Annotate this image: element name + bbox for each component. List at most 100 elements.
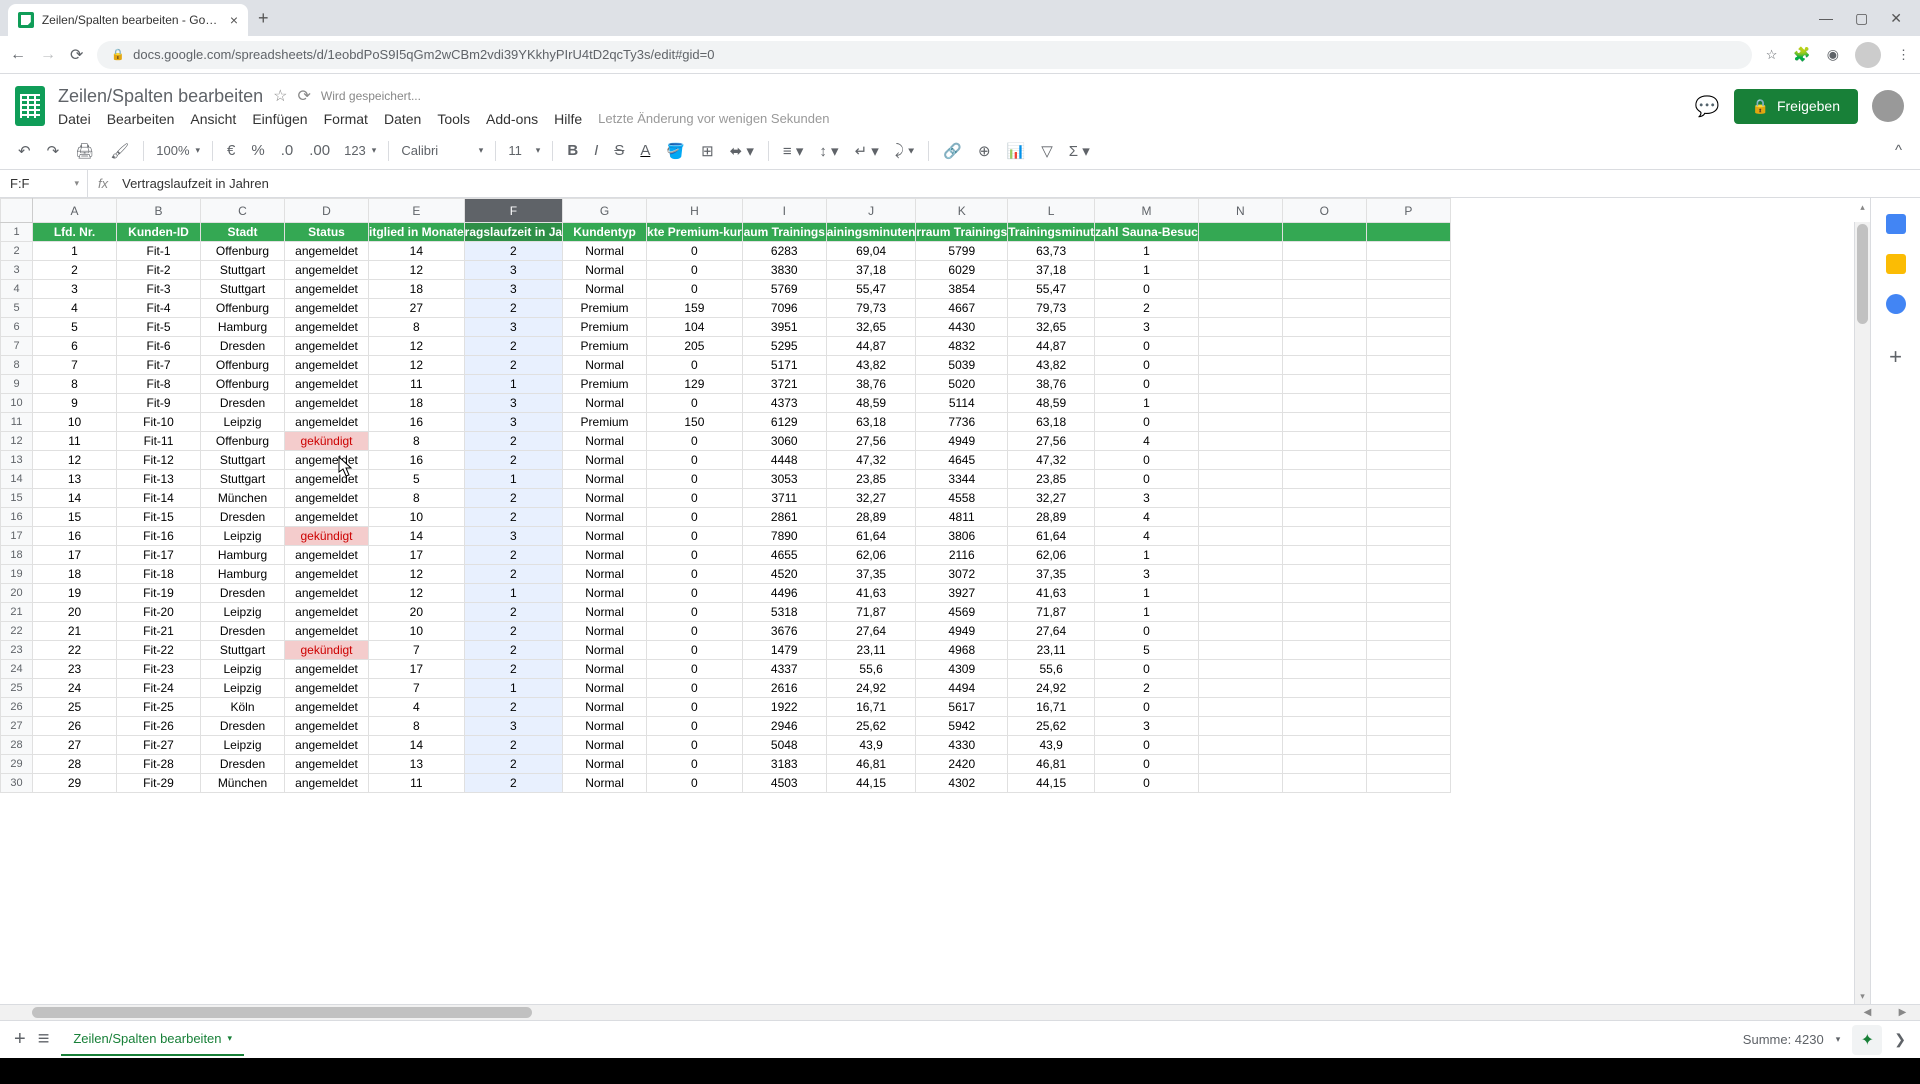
cell[interactable] bbox=[1198, 679, 1282, 698]
cell[interactable]: 2 bbox=[464, 736, 562, 755]
row-header-28[interactable]: 28 bbox=[1, 736, 33, 755]
cell[interactable]: 3 bbox=[464, 394, 562, 413]
cell[interactable]: Hamburg bbox=[201, 565, 285, 584]
cell[interactable]: 5769 bbox=[742, 280, 826, 299]
vertical-scrollbar[interactable]: ▴ ▾ bbox=[1854, 222, 1870, 1004]
cell[interactable]: Normal bbox=[563, 489, 647, 508]
cell[interactable] bbox=[1198, 698, 1282, 717]
column-header-C[interactable]: C bbox=[201, 199, 285, 223]
cell[interactable]: 0 bbox=[647, 242, 743, 261]
column-header-G[interactable]: G bbox=[563, 199, 647, 223]
cell[interactable]: 0 bbox=[647, 717, 743, 736]
cell[interactable]: Premium bbox=[563, 318, 647, 337]
cell[interactable]: Dresden bbox=[201, 337, 285, 356]
menu-tools[interactable]: Tools bbox=[437, 111, 470, 127]
menu-format[interactable]: Format bbox=[324, 111, 368, 127]
cell[interactable] bbox=[1366, 299, 1450, 318]
cell[interactable]: 32,27 bbox=[1008, 489, 1095, 508]
menu-ansicht[interactable]: Ansicht bbox=[190, 111, 236, 127]
cell[interactable]: Leipzig bbox=[201, 679, 285, 698]
menu-hilfe[interactable]: Hilfe bbox=[554, 111, 582, 127]
cell[interactable]: 25,62 bbox=[1008, 717, 1095, 736]
cell[interactable] bbox=[1198, 508, 1282, 527]
cell[interactable]: 5020 bbox=[916, 375, 1008, 394]
cell[interactable]: 12 bbox=[369, 584, 465, 603]
cell[interactable] bbox=[1198, 641, 1282, 660]
cell[interactable]: 4309 bbox=[916, 660, 1008, 679]
cell[interactable]: Fit-9 bbox=[117, 394, 201, 413]
cell[interactable]: angemeldet bbox=[285, 546, 369, 565]
cell[interactable] bbox=[1282, 546, 1366, 565]
cell[interactable]: angemeldet bbox=[285, 774, 369, 793]
cell[interactable] bbox=[1366, 622, 1450, 641]
cell[interactable] bbox=[1282, 394, 1366, 413]
cell[interactable]: 3830 bbox=[742, 261, 826, 280]
cell[interactable] bbox=[1366, 375, 1450, 394]
cell[interactable]: 4811 bbox=[916, 508, 1008, 527]
cell[interactable] bbox=[1366, 679, 1450, 698]
cell[interactable]: 23,11 bbox=[826, 641, 916, 660]
cell[interactable] bbox=[1282, 451, 1366, 470]
forward-icon[interactable]: → bbox=[40, 46, 56, 64]
cell[interactable]: 23,85 bbox=[826, 470, 916, 489]
cell[interactable] bbox=[1198, 413, 1282, 432]
row-header-10[interactable]: 10 bbox=[1, 394, 33, 413]
cell[interactable]: 11 bbox=[369, 375, 465, 394]
cell[interactable]: 48,59 bbox=[826, 394, 916, 413]
cell[interactable]: Fit-17 bbox=[117, 546, 201, 565]
cell[interactable]: 2616 bbox=[742, 679, 826, 698]
cell[interactable] bbox=[1198, 280, 1282, 299]
cell[interactable]: 4494 bbox=[916, 679, 1008, 698]
cell[interactable]: 2 bbox=[464, 698, 562, 717]
cell[interactable]: 0 bbox=[647, 641, 743, 660]
calendar-icon[interactable] bbox=[1886, 214, 1906, 234]
column-header-E[interactable]: E bbox=[369, 199, 465, 223]
cell[interactable]: Fit-26 bbox=[117, 717, 201, 736]
add-sheet-button[interactable]: + bbox=[14, 1028, 26, 1051]
cell[interactable]: 27 bbox=[369, 299, 465, 318]
address-bar[interactable]: 🔒 docs.google.com/spreadsheets/d/1eobdPo… bbox=[97, 41, 1751, 69]
cell[interactable] bbox=[1366, 356, 1450, 375]
cell[interactable]: 61,64 bbox=[1008, 527, 1095, 546]
cell[interactable]: 0 bbox=[1095, 451, 1199, 470]
header-cell[interactable]: aum Trainings bbox=[742, 223, 826, 242]
cell[interactable] bbox=[1282, 698, 1366, 717]
cell[interactable]: 2 bbox=[464, 565, 562, 584]
cell[interactable]: 3806 bbox=[916, 527, 1008, 546]
cell[interactable]: 1 bbox=[464, 584, 562, 603]
cell[interactable] bbox=[1366, 641, 1450, 660]
cell[interactable]: München bbox=[201, 774, 285, 793]
cell[interactable]: angemeldet bbox=[285, 451, 369, 470]
header-cell[interactable]: Stadt bbox=[201, 223, 285, 242]
cell[interactable] bbox=[1366, 337, 1450, 356]
cell[interactable]: 0 bbox=[1095, 755, 1199, 774]
cell[interactable]: 3 bbox=[1095, 717, 1199, 736]
cell[interactable]: angemeldet bbox=[285, 261, 369, 280]
cell[interactable]: angemeldet bbox=[285, 318, 369, 337]
cell[interactable]: 1 bbox=[33, 242, 117, 261]
row-header-16[interactable]: 16 bbox=[1, 508, 33, 527]
cell[interactable]: Fit-15 bbox=[117, 508, 201, 527]
cell[interactable]: Stuttgart bbox=[201, 261, 285, 280]
cell[interactable]: 14 bbox=[369, 736, 465, 755]
cell[interactable]: Fit-2 bbox=[117, 261, 201, 280]
cell[interactable]: 5318 bbox=[742, 603, 826, 622]
cell[interactable]: 8 bbox=[369, 318, 465, 337]
row-header-13[interactable]: 13 bbox=[1, 451, 33, 470]
cell[interactable]: 63,18 bbox=[826, 413, 916, 432]
row-header-1[interactable]: 1 bbox=[1, 223, 33, 242]
keep-icon[interactable] bbox=[1886, 254, 1906, 274]
header-cell[interactable]: Kunden-ID bbox=[117, 223, 201, 242]
cell[interactable]: Leipzig bbox=[201, 413, 285, 432]
cell[interactable]: 4949 bbox=[916, 622, 1008, 641]
cell[interactable]: 27,56 bbox=[1008, 432, 1095, 451]
cell[interactable]: 159 bbox=[647, 299, 743, 318]
cell[interactable]: 13 bbox=[33, 470, 117, 489]
cell[interactable] bbox=[1198, 261, 1282, 280]
cell[interactable]: 10 bbox=[33, 413, 117, 432]
cell[interactable]: 7096 bbox=[742, 299, 826, 318]
cell[interactable]: 4330 bbox=[916, 736, 1008, 755]
cell[interactable] bbox=[1282, 679, 1366, 698]
cell[interactable]: 2 bbox=[464, 622, 562, 641]
cell[interactable]: 24,92 bbox=[1008, 679, 1095, 698]
